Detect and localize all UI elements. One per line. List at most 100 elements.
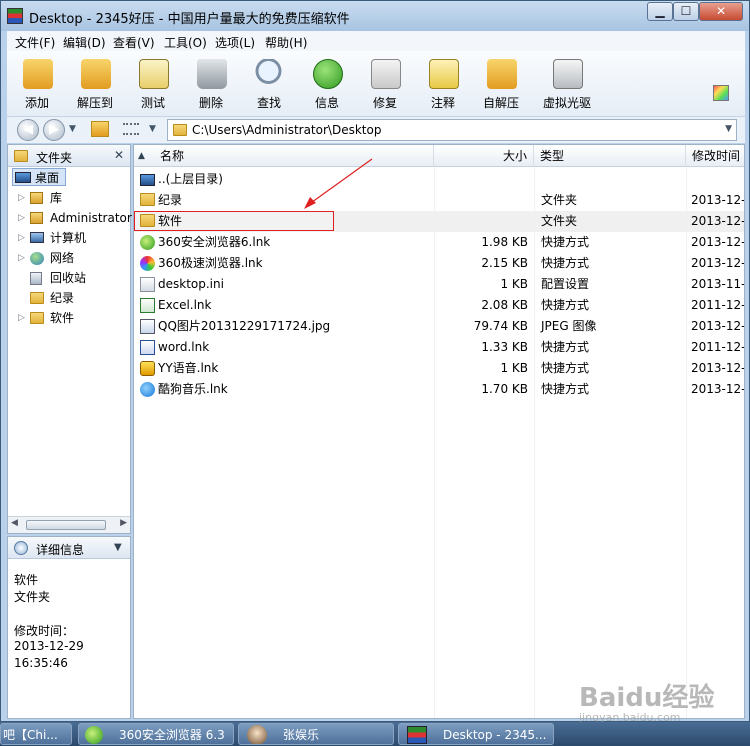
file-row[interactable]: desktop.ini 1 KB 配置设置 2013-11- — [134, 274, 744, 295]
scroll-left-icon[interactable]: ◀ — [11, 518, 18, 528]
column-header: ▲ 名称 大小 类型 修改时间 — [134, 145, 744, 167]
address-dropdown-icon[interactable]: ▼ — [725, 124, 732, 134]
tree-horizontal-scrollbar[interactable]: ◀ ▶ — [8, 516, 130, 533]
360-browser-icon — [85, 726, 103, 744]
title-bar[interactable]: Desktop - 2345好压 - 中国用户量最大的免费压缩软件 ▁ ☐ ✕ — [1, 1, 749, 31]
test-button[interactable]: 测试 — [125, 55, 181, 113]
file-row[interactable]: QQ图片20131229171724.jpg 79.74 KB JPEG 图像 … — [134, 316, 744, 337]
user-folder-icon — [30, 212, 43, 224]
window-title: Desktop - 2345好压 - 中国用户量最大的免费压缩软件 — [29, 12, 350, 27]
annotation-arrow — [304, 158, 373, 209]
view-mode-icon[interactable] — [123, 123, 139, 135]
menu-tools[interactable]: 工具(O) — [164, 34, 207, 51]
forward-button[interactable]: ▶ — [43, 119, 65, 141]
column-name[interactable]: ▲ 名称 — [134, 145, 434, 167]
scroll-thumb[interactable] — [26, 520, 106, 530]
file-row[interactable]: YY语音.lnk 1 KB 快捷方式 2013-12- — [134, 358, 744, 379]
info-icon — [313, 59, 343, 89]
details-modified-time: 16:35:46 — [14, 656, 68, 670]
sfx-button[interactable]: 自解压 — [473, 55, 529, 113]
up-folder-icon[interactable] — [91, 121, 109, 137]
folder-icon — [173, 124, 187, 136]
menu-edit[interactable]: 编辑(D) — [63, 34, 106, 51]
toolbar: 添加 解压到 测试 删除 查找 信息 修复 注释 自解压 虚拟光驱 — [7, 51, 745, 117]
taskbar-item[interactable]: 张娱乐 — [238, 723, 394, 745]
repair-label: 修复 — [372, 96, 397, 110]
desktop-icon — [15, 172, 31, 183]
folder-icon — [30, 292, 44, 304]
comment-button[interactable]: 注释 — [415, 55, 471, 113]
file-row-records[interactable]: 纪录 文件夹 2013-12- — [134, 190, 744, 211]
maximize-button[interactable]: ☐ — [673, 2, 699, 21]
360-browser-icon — [140, 235, 155, 250]
folder-icon — [140, 193, 155, 206]
details-title: 详细信息 — [36, 543, 85, 557]
skin-icon[interactable] — [713, 85, 729, 101]
sort-up-icon: ▲ — [138, 151, 145, 161]
collapse-icon[interactable]: ▼ — [114, 542, 122, 553]
file-row[interactable]: 酷狗音乐.lnk 1.70 KB 快捷方式 2013-12- — [134, 379, 744, 400]
word-icon — [140, 340, 155, 355]
menu-file[interactable]: 文件(F) — [15, 34, 55, 51]
avatar — [247, 725, 267, 744]
sfx-icon — [487, 59, 517, 89]
details-header[interactable]: 详细信息 ▼ — [8, 537, 130, 559]
back-button[interactable]: ◀ — [17, 119, 39, 141]
info-button[interactable]: 信息 — [299, 55, 355, 113]
minimize-button[interactable]: ▁ — [647, 2, 673, 21]
details-pane: 详细信息 ▼ 软件 文件夹 修改时间： 2013-12-29 16:35:46 — [7, 536, 131, 719]
add-icon — [23, 59, 53, 89]
history-dropdown-icon[interactable]: ▼ — [69, 124, 76, 134]
scroll-right-icon[interactable]: ▶ — [120, 518, 127, 528]
delete-button[interactable]: 删除 — [183, 55, 239, 113]
menu-help[interactable]: 帮助(H) — [265, 34, 307, 51]
test-icon — [139, 59, 169, 89]
file-row-software-selected[interactable]: 软件 文件夹 2013-12- — [134, 211, 744, 232]
menu-options[interactable]: 选项(L) — [215, 34, 255, 51]
delete-label: 删除 — [198, 96, 223, 110]
file-row[interactable]: 360安全浏览器6.lnk 1.98 KB 快捷方式 2013-12- — [134, 232, 744, 253]
file-row[interactable]: Excel.lnk 2.08 KB 快捷方式 2011-12- — [134, 295, 744, 316]
info-label: 信息 — [314, 96, 339, 110]
search-label: 查找 — [256, 96, 281, 110]
extract-icon — [81, 59, 111, 89]
virtual-drive-label: 虚拟光驱 — [542, 96, 591, 110]
excel-icon — [140, 298, 155, 313]
extract-button[interactable]: 解压到 — [67, 55, 123, 113]
column-type[interactable]: 类型 — [534, 145, 686, 167]
virtual-drive-icon — [553, 59, 583, 89]
comment-icon — [429, 59, 459, 89]
add-button[interactable]: 添加 — [9, 55, 65, 113]
menu-view[interactable]: 查看(V) — [113, 34, 155, 51]
details-type: 文件夹 — [14, 590, 51, 604]
file-row[interactable]: 360极速浏览器.lnk 2.15 KB 快捷方式 2013-12- — [134, 253, 744, 274]
file-row-parent[interactable]: ..(上层目录) — [134, 169, 744, 190]
config-file-icon — [140, 277, 155, 292]
expand-icon[interactable]: ▷ — [18, 209, 25, 227]
virtual-drive-button[interactable]: 虚拟光驱 — [535, 55, 599, 113]
test-label: 测试 — [140, 96, 165, 110]
extract-label: 解压到 — [76, 96, 113, 110]
tree-item-desktop[interactable]: 桌面 — [12, 168, 66, 186]
column-size[interactable]: 大小 — [434, 145, 534, 167]
view-dropdown-icon[interactable]: ▼ — [149, 124, 156, 134]
expand-icon[interactable]: ▷ — [18, 229, 25, 247]
folder-tree-pane: 文件夹 ✕ 桌面 ▷ 库 ▷ Administrator ▷ 计算机 ▷ 网络 — [7, 144, 132, 534]
close-pane-icon[interactable]: ✕ — [114, 148, 124, 162]
address-input[interactable]: C:\Users\Administrator\Desktop ▼ — [167, 119, 737, 141]
search-button[interactable]: 查找 — [241, 55, 297, 113]
file-row[interactable]: word.lnk 1.33 KB 快捷方式 2011-12- — [134, 337, 744, 358]
expand-icon[interactable]: ▷ — [18, 189, 25, 207]
taskbar-item[interactable]: 360安全浏览器 6.3 — [78, 723, 234, 745]
taskbar: 吧【Chi... 360安全浏览器 6.3 张娱乐 Desktop - 2345… — [0, 722, 750, 746]
repair-button[interactable]: 修复 — [357, 55, 413, 113]
address-path: C:\Users\Administrator\Desktop — [192, 123, 382, 137]
close-button[interactable]: ✕ — [699, 2, 743, 21]
column-modified[interactable]: 修改时间 — [686, 145, 744, 167]
menu-bar: 文件(F) 编辑(D) 查看(V) 工具(O) 选项(L) 帮助(H) — [7, 31, 745, 51]
expand-icon[interactable]: ▷ — [18, 309, 25, 327]
taskbar-item[interactable]: 吧【Chi... — [0, 723, 72, 745]
folder-tree-header: 文件夹 ✕ — [8, 145, 130, 167]
expand-icon[interactable]: ▷ — [18, 249, 25, 267]
taskbar-item[interactable]: Desktop - 2345... — [398, 723, 554, 745]
